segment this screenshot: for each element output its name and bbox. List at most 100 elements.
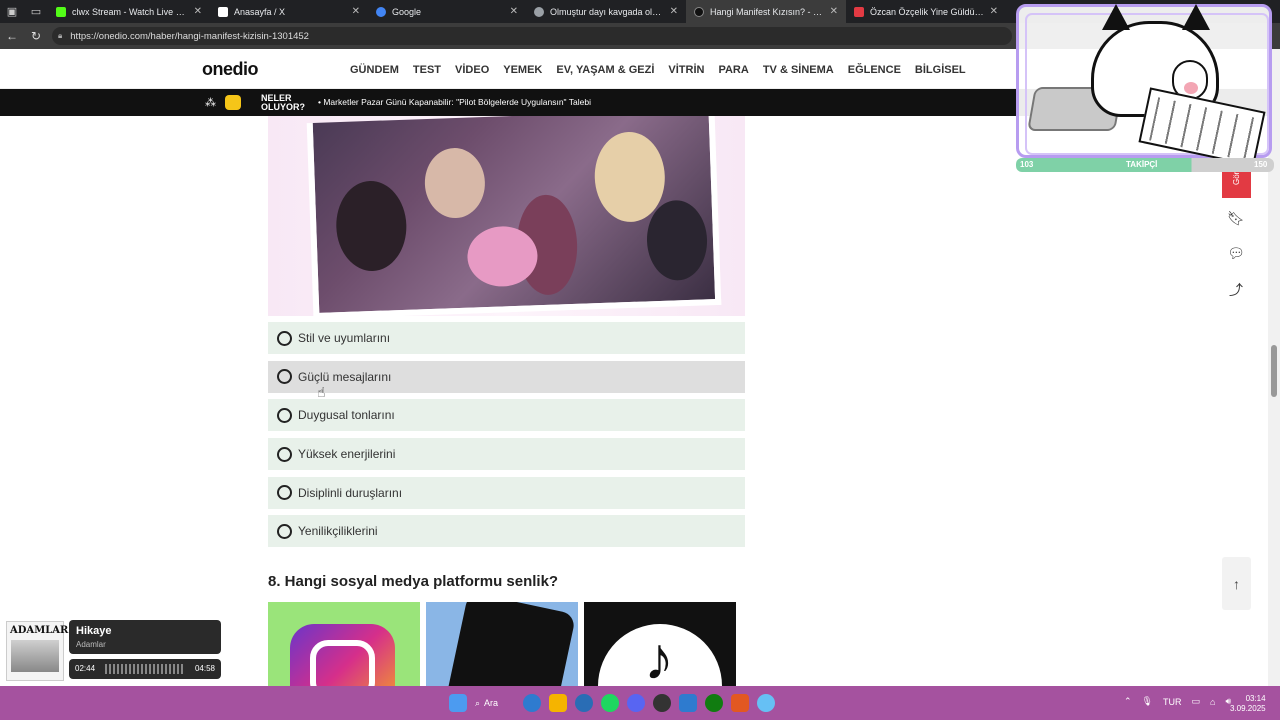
elapsed-time: 02:44 xyxy=(75,664,96,673)
track-artist: Adamlar xyxy=(76,640,106,649)
tab-title: Anasayfa / X xyxy=(234,6,286,17)
close-tab-icon[interactable]: ✕ xyxy=(194,6,202,17)
follower-count: 103 xyxy=(1020,160,1034,169)
radio-button[interactable] xyxy=(277,330,292,346)
follower-goal-bar: 103 TAKİPÇİ 150 xyxy=(1016,158,1274,172)
microphone-icon[interactable]: 🎙︎ xyxy=(1142,696,1153,707)
radio-button[interactable] xyxy=(277,485,292,501)
onedio-logo[interactable]: onedio xyxy=(202,59,259,80)
tab-actions-icon[interactable]: ▭ xyxy=(24,0,48,23)
nav-para[interactable]: PARA xyxy=(718,64,748,76)
close-tab-icon[interactable]: ✕ xyxy=(990,6,998,17)
taskbar-apps: ⌕ Ara xyxy=(449,694,775,712)
playback-progress[interactable]: 02:44 04:58 xyxy=(69,659,221,679)
overlay-frame xyxy=(1016,4,1272,167)
follower-goal: 150 xyxy=(1254,160,1268,169)
search-icon: ⌕ xyxy=(475,697,481,708)
xbox-icon[interactable] xyxy=(705,694,723,712)
quiz-option[interactable]: Yenilikçiliklerini xyxy=(268,515,745,548)
edge-icon[interactable] xyxy=(523,694,541,712)
instagram-option-image[interactable] xyxy=(268,602,420,686)
answer-image-grid: ♪ xyxy=(268,602,736,686)
taskbar-clock[interactable]: 03:14 3.09.2025 xyxy=(1230,694,1266,714)
network-icon[interactable]: ⌂ xyxy=(1210,697,1215,707)
nav-video[interactable]: VİDEO xyxy=(455,64,489,76)
tiktok-option-image[interactable]: ♪ xyxy=(584,602,736,686)
close-tab-icon[interactable]: ✕ xyxy=(352,6,360,17)
share-icon[interactable]: ⤴ xyxy=(1226,280,1246,300)
quiz-option[interactable]: Güçlü mesajlarını xyxy=(268,360,745,393)
tab-title: Google xyxy=(392,6,422,17)
article-content: Stil ve uyumlarını Güçlü mesajlarını Duy… xyxy=(0,116,1268,686)
tiktok-note-icon: ♪ xyxy=(644,625,674,686)
nav-ev-yasam-gezi[interactable]: EV, YAŞAM & GEZİ xyxy=(556,64,654,76)
start-icon[interactable] xyxy=(449,694,467,712)
nav-bilgisel[interactable]: BİLGİSEL xyxy=(915,64,966,76)
display-icon[interactable]: ▭ xyxy=(1191,696,1200,707)
browser-tab-search[interactable]: Olmuştur dayı kavgada olur - Ara ✕ xyxy=(526,0,686,23)
clock-date: 3.09.2025 xyxy=(1230,704,1266,713)
track-title: Hikaye xyxy=(76,625,112,637)
nav-yemek[interactable]: YEMEK xyxy=(503,64,542,76)
radio-button[interactable] xyxy=(277,407,292,423)
obs-icon[interactable] xyxy=(653,694,671,712)
browser-tab-google[interactable]: Google ✕ xyxy=(368,0,526,23)
close-tab-icon[interactable]: ✕ xyxy=(670,6,678,17)
reload-icon[interactable]: ↻ xyxy=(24,23,48,49)
hand-cursor-icon: ☝ xyxy=(317,384,326,400)
file-explorer-icon[interactable] xyxy=(549,694,567,712)
chevron-up-icon[interactable]: ⌃ xyxy=(1124,696,1132,707)
browser-icon[interactable] xyxy=(575,694,593,712)
nav-tv-sinema[interactable]: TV & SİNEMA xyxy=(763,64,834,76)
browser-tab-onedio[interactable]: Hangi Manifest Kızısın? - Onedio ✕ xyxy=(686,0,846,23)
browser-tab-x[interactable]: Anasayfa / X ✕ xyxy=(210,0,368,23)
nav-test[interactable]: TEST xyxy=(413,64,441,76)
option-label: Yenilikçiliklerini xyxy=(298,524,378,539)
language-indicator[interactable]: TUR xyxy=(1163,697,1182,707)
close-tab-icon[interactable]: ✕ xyxy=(510,6,518,17)
waveform-icon xyxy=(105,664,185,674)
back-arrow-icon[interactable]: ← xyxy=(0,23,24,49)
ticker-label: NELER OLUYOR? xyxy=(261,94,305,112)
quiz-option[interactable]: Disiplinli duruşlarını xyxy=(268,476,745,509)
url-field[interactable]: 🔒︎ https://onedio.com/haber/hangi-manife… xyxy=(52,27,1012,45)
kick-icon xyxy=(56,6,66,17)
option-label: Yüksek enerjilerini xyxy=(298,447,396,462)
search-icon xyxy=(534,6,544,17)
windows-taskbar: ⌕ Ara ⌃ 🎙︎ TUR ▭ ⌂ 🔊︎ 03:14 3.09.2025 xyxy=(0,686,1280,720)
scrollbar-thumb[interactable] xyxy=(1271,345,1277,397)
nav-gundem[interactable]: GÜNDEM xyxy=(350,64,399,76)
browser-tab-youtube[interactable]: Özcan Özçelik Yine Güldürmedi ✕ xyxy=(846,0,1006,23)
x-option-image[interactable] xyxy=(426,602,578,686)
radio-button[interactable] xyxy=(277,523,292,539)
apps-grid-icon[interactable]: ⁂ xyxy=(205,96,216,109)
cat-ear-left xyxy=(1102,4,1130,30)
site-info-icon[interactable]: 🔒︎ xyxy=(58,31,62,41)
bookmark-icon[interactable]: 🔖︎ xyxy=(1226,210,1246,230)
photos-icon[interactable] xyxy=(679,694,697,712)
discord-icon[interactable] xyxy=(627,694,645,712)
ticker-headline[interactable]: • Marketler Pazar Günü Kapanabilir: "Pil… xyxy=(318,97,591,107)
ticker-label-line2: OLUYOR? xyxy=(261,102,305,112)
workspaces-icon[interactable]: ▣ xyxy=(0,0,24,23)
quiz-option[interactable]: Duygusal tonlarını xyxy=(268,399,745,432)
media-player-widget: ADAMLAR Hikaye Adamlar 02:44 04:58 xyxy=(0,616,224,686)
question-image-card xyxy=(268,116,745,320)
total-time: 04:58 xyxy=(194,664,215,673)
nav-eglence[interactable]: EĞLENCE xyxy=(848,64,901,76)
browser-tab-kick[interactable]: clwx Stream - Watch Live on Kick ✕ xyxy=(48,0,210,23)
quiz-option[interactable]: Stil ve uyumlarını xyxy=(268,322,745,354)
close-tab-icon[interactable]: ✕ xyxy=(830,6,838,17)
scroll-to-top-button[interactable]: ↑ xyxy=(1222,557,1251,610)
live-tv-icon[interactable] xyxy=(225,95,241,110)
spotify-icon[interactable] xyxy=(601,694,619,712)
nav-vitrin[interactable]: VİTRİN xyxy=(668,64,704,76)
quiz-option[interactable]: Yüksek enerjilerini xyxy=(268,438,745,471)
radio-button[interactable] xyxy=(277,446,292,462)
comments-icon[interactable]: 💬︎ xyxy=(1226,245,1246,265)
taskbar-search[interactable]: ⌕ Ara xyxy=(475,698,515,709)
steam-icon[interactable] xyxy=(757,694,775,712)
radio-button[interactable] xyxy=(277,369,292,385)
option-label: Stil ve uyumlarını xyxy=(298,331,391,345)
game-icon[interactable] xyxy=(731,694,749,712)
